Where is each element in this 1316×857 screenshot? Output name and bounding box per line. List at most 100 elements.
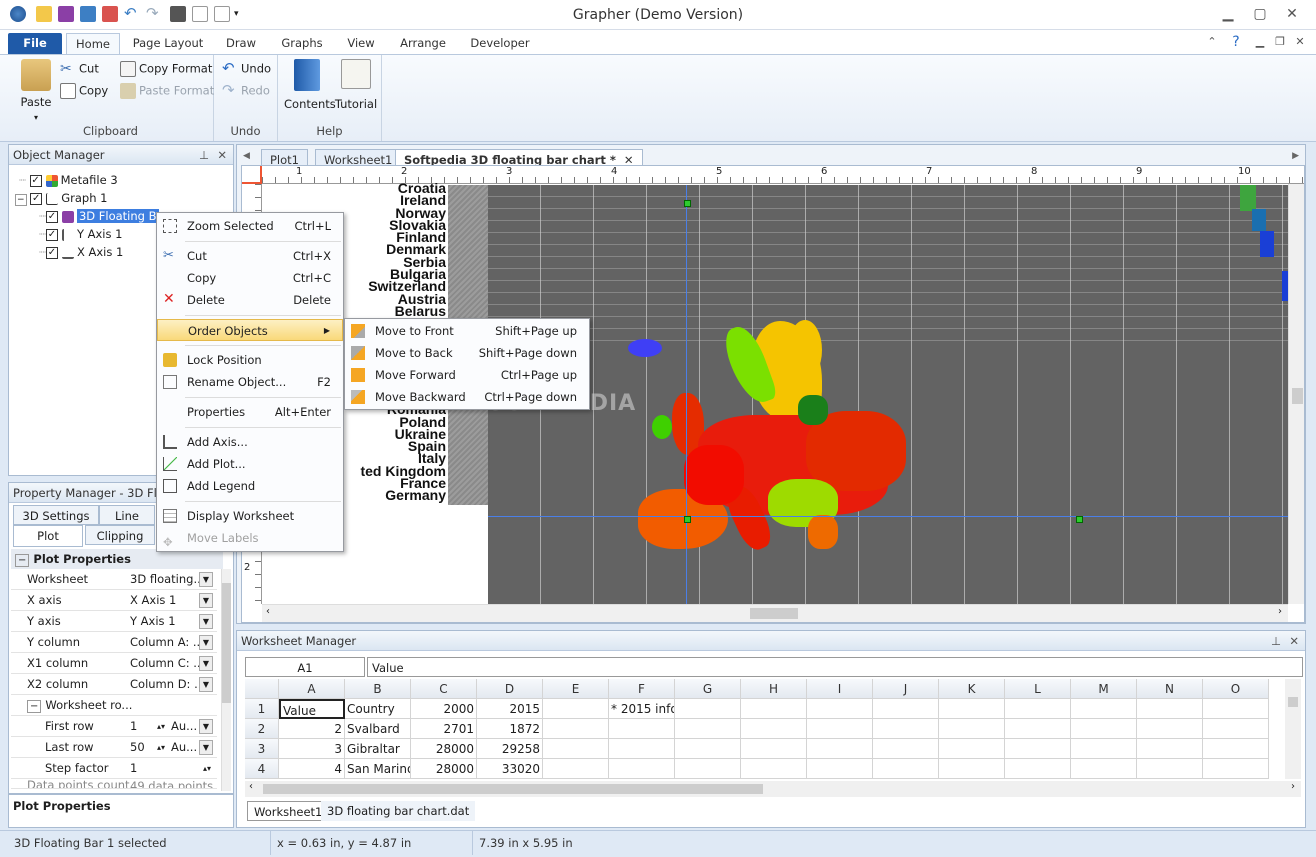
table-cell[interactable] [873,739,939,759]
bar-3d[interactable] [1252,209,1266,231]
minimize-icon[interactable]: ▁ [1216,4,1240,24]
column-header[interactable]: J [873,679,939,699]
worksheet-select[interactable]: 3D floating... ▼ [127,570,215,589]
table-cell[interactable] [675,699,741,719]
table-cell[interactable] [543,739,609,759]
table-cell[interactable]: 28000 [411,739,477,759]
column-header[interactable]: H [741,679,807,699]
menu-order-objects[interactable]: Order Objects ▶ [157,319,343,341]
tab-graphs[interactable]: Graphs [274,33,330,54]
table-cell[interactable] [543,759,609,779]
x2-column-select[interactable]: Column D: ... ▼ [127,675,215,694]
table-cell[interactable] [741,759,807,779]
column-header[interactable]: D [477,679,543,699]
ribbon-redo-button[interactable]: ↷ Redo [222,83,270,99]
table-cell[interactable] [609,739,675,759]
menu-move-labels[interactable]: ✥ Move Labels [157,527,343,549]
menu-display-worksheet[interactable]: Display Worksheet [157,505,343,527]
table-cell[interactable] [675,719,741,739]
checkbox-icon[interactable]: ✓ [45,246,58,259]
column-header[interactable]: G [675,679,741,699]
sheet-h-scrollbar[interactable]: ‹ › [245,781,1301,797]
table-cell[interactable] [939,719,1005,739]
table-cell[interactable] [1005,719,1071,739]
plot-background[interactable]: SOFTPEDIA [488,185,1288,605]
table-cell[interactable]: 3 [279,739,345,759]
tutorial-button[interactable]: Tutorial [334,59,378,111]
tab-file[interactable]: File [8,33,62,54]
prop-row-worksheet-rows[interactable]: − Worksheet ro... [11,695,217,716]
table-cell[interactable]: 1872 [477,719,543,739]
table-cell[interactable] [1203,739,1269,759]
prop-tab-clipping[interactable]: Clipping [85,525,155,545]
table-cell[interactable] [543,719,609,739]
table-cell[interactable]: Value [279,699,345,719]
sheet-v-scrollbar[interactable] [1285,679,1301,779]
menu-add-plot[interactable]: Add Plot... [157,453,343,475]
table-cell[interactable] [1005,739,1071,759]
paste-format-button[interactable]: Paste Format [120,83,214,99]
paste-button[interactable]: Paste ▾ [16,59,56,123]
table-cell[interactable] [1071,699,1137,719]
column-header[interactable]: N [1137,679,1203,699]
tree-item-graph[interactable]: − ✓ Graph 1 [15,189,107,207]
column-header[interactable]: E [543,679,609,699]
help-icon[interactable]: ? [1224,32,1248,52]
table-cell[interactable]: 33020 [477,759,543,779]
tab-arrange[interactable]: Arrange [394,33,452,54]
tree-item-x-axis[interactable]: ┈ ✓ X Axis 1 [39,243,123,261]
column-header[interactable]: M [1071,679,1137,699]
row-header[interactable]: 4 [245,759,279,779]
pin-icon[interactable]: ⊥ [199,145,209,165]
canvas-v-scrollbar[interactable] [1288,184,1304,604]
table-cell[interactable] [807,699,873,719]
table-cell[interactable] [939,739,1005,759]
chevron-down-icon[interactable]: ▼ [199,572,213,587]
menu-move-to-back[interactable]: Move to Back Shift+Page down [345,342,589,364]
selection-handle[interactable] [684,516,691,523]
table-cell[interactable]: 2000 [411,699,477,719]
column-header[interactable]: C [411,679,477,699]
table-cell[interactable] [741,739,807,759]
menu-rename[interactable]: Rename Object... F2 [157,371,343,393]
cut-button[interactable]: ✂ Cut [60,61,99,77]
tree-item-floating-bar[interactable]: ┈ ✓ 3D Floating B [39,207,159,225]
table-cell[interactable] [1005,699,1071,719]
cell-contents-input[interactable]: Value [367,657,1303,677]
table-cell[interactable]: 2701 [411,719,477,739]
table-cell[interactable] [1137,739,1203,759]
menu-add-legend[interactable]: Add Legend [157,475,343,497]
column-header[interactable]: K [939,679,1005,699]
row-header[interactable]: 2 [245,719,279,739]
chevron-down-icon[interactable]: ▼ [199,719,213,734]
table-cell[interactable] [1203,699,1269,719]
table-cell[interactable] [609,759,675,779]
column-header[interactable]: F [609,679,675,699]
tab-view[interactable]: View [340,33,382,54]
menu-properties[interactable]: Properties Alt+Enter [157,401,343,423]
step-factor-stepper[interactable]: 1 ▴▾ [127,759,215,778]
selection-handle[interactable] [1076,516,1083,523]
table-cell[interactable] [1203,759,1269,779]
prop-tab-line[interactable]: Line [99,505,155,525]
table-cell[interactable]: * 2015 infor [609,699,675,719]
copy-format-button[interactable]: Copy Format [120,61,212,77]
tree-item-metafile[interactable]: ┈ ✓ Metafile 3 [19,171,118,189]
checkbox-icon[interactable]: ✓ [45,210,58,223]
table-cell[interactable] [1071,719,1137,739]
doc-tab-scroll-right-icon[interactable]: ▶ [1292,151,1299,161]
canvas-h-scrollbar[interactable]: ‹ › [262,604,1288,622]
table-cell[interactable]: 4 [279,759,345,779]
tab-page-layout[interactable]: Page Layout [128,33,208,54]
table-cell[interactable] [939,699,1005,719]
first-row-stepper[interactable]: 1 ▴▾ Au... ▼ [127,717,215,736]
sheet-tab-worksheet1[interactable]: Worksheet1 [247,801,330,821]
prop-scrollbar[interactable] [221,569,231,791]
table-cell[interactable] [1137,719,1203,739]
menu-copy[interactable]: Copy Ctrl+C [157,267,343,289]
table-cell[interactable]: 29258 [477,739,543,759]
table-cell[interactable] [873,759,939,779]
table-cell[interactable] [1071,759,1137,779]
sheet-tab-dat[interactable]: 3D floating bar chart.dat [321,801,476,821]
table-cell[interactable]: Country [345,699,411,719]
